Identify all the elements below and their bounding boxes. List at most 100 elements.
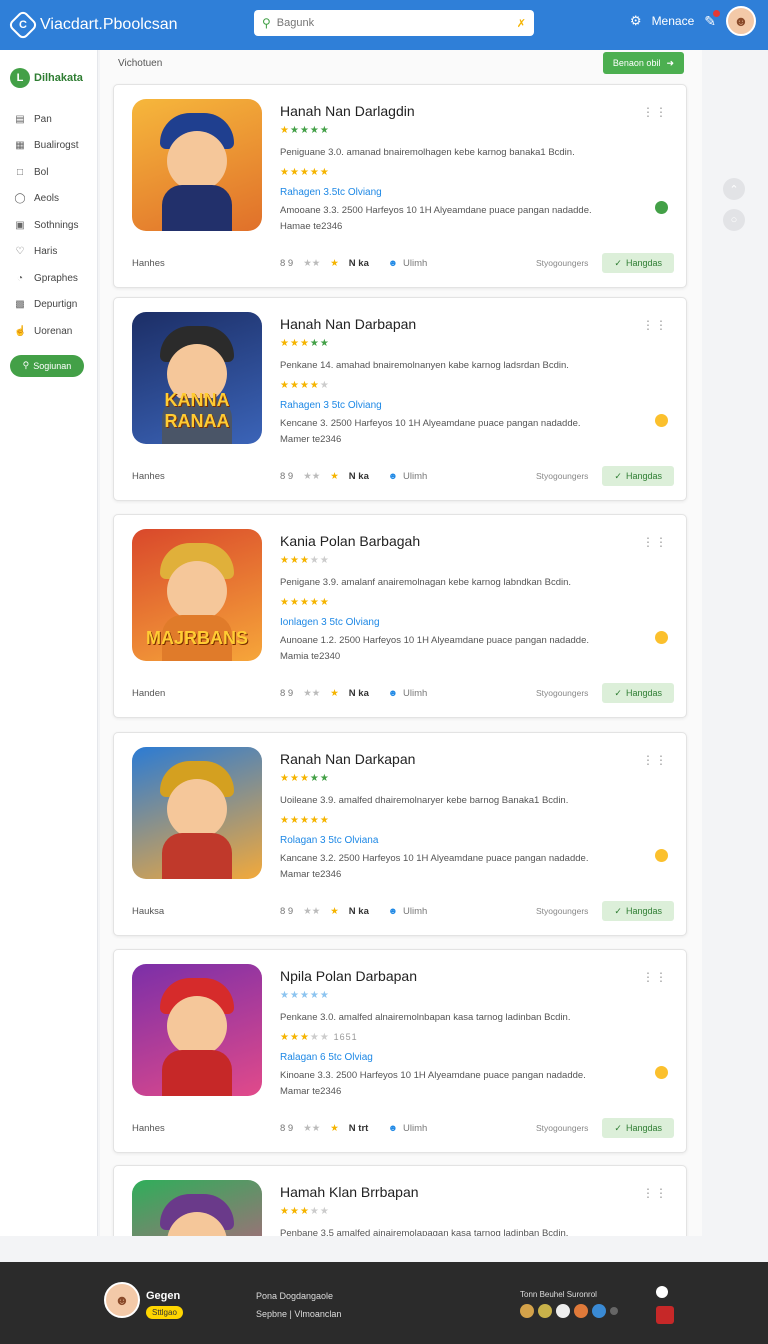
- character-body: [162, 833, 232, 879]
- card-user[interactable]: ☻ Ulimh: [388, 258, 508, 269]
- card-title[interactable]: Hanah Nan Darbapan: [280, 316, 416, 332]
- social-icon-1[interactable]: [520, 1304, 534, 1318]
- rating-stars-secondary: ★★★★★: [280, 380, 330, 391]
- more-options-icon[interactable]: ⋮⋮: [642, 753, 668, 767]
- app-thumbnail[interactable]: [132, 1180, 262, 1236]
- more-options-icon[interactable]: ⋮⋮: [642, 970, 668, 984]
- character-body: [162, 185, 232, 231]
- card-link[interactable]: Rahagen 3 5tc Olviang: [280, 400, 382, 411]
- card-action-button[interactable]: ✓ Hangdas: [602, 901, 674, 921]
- sidebar-item-bualirogst[interactable]: ▦ Bualirogst: [0, 133, 97, 160]
- user-icon: ☻: [388, 257, 398, 269]
- sidebar-brand[interactable]: L Dilhakata: [0, 68, 97, 88]
- app-thumbnail[interactable]: [132, 747, 262, 879]
- footer-link-2[interactable]: Sepbne | Vlmoanclan: [256, 1309, 341, 1319]
- sidebar-action-label: Sogiunan: [33, 360, 72, 371]
- arrow-right-icon: ➜: [666, 57, 674, 68]
- app-card[interactable]: Hanah Nan Darlagdin ⋮⋮ ★★★★★ Peniguane 3…: [113, 84, 687, 288]
- sidebar-item-gpraphes[interactable]: ◔ Gpraphes: [0, 265, 97, 292]
- card-user[interactable]: ☻ Ulimh: [388, 1123, 508, 1134]
- more-options-icon[interactable]: ⋮⋮: [642, 318, 668, 332]
- footer-avatar[interactable]: ☻: [104, 1282, 140, 1318]
- card-footer: Hauksa 8 9 ★★ ★ N ka ☻ Ulimh Styogounger…: [132, 901, 674, 921]
- app-thumbnail[interactable]: [132, 964, 262, 1096]
- notification-icon[interactable]: ✎: [704, 9, 720, 30]
- search-bar[interactable]: ⚲ ✗: [254, 10, 534, 36]
- card-action-button[interactable]: ✓ Hangdas: [602, 466, 674, 486]
- card-footer-label: Hanhes: [132, 470, 165, 482]
- sidebar-item-bol[interactable]: □ Bol: [0, 159, 97, 186]
- card-title[interactable]: Ranah Nan Darkapan: [280, 751, 415, 767]
- sidebar-item-pan[interactable]: ▤ Pan: [0, 106, 97, 133]
- profile-icon[interactable]: [656, 1286, 668, 1298]
- tag-icon: ▩: [15, 299, 25, 311]
- sidebar-item-uorenan[interactable]: ☝ Uorenan: [0, 318, 97, 345]
- sidebar-action-button[interactable]: ⚲ Sogiunan: [10, 354, 84, 377]
- logo-icon: C: [7, 9, 39, 41]
- app-logo[interactable]: C Viacdart.Pboolcsan: [7, 9, 178, 41]
- user-icon: ☝: [14, 325, 27, 337]
- top-action-button[interactable]: Benaon obil ➜: [602, 52, 684, 74]
- card-title[interactable]: Hamah Klan Brrbapan: [280, 1184, 419, 1200]
- footer-link-1[interactable]: Pona Dogdangaole: [256, 1291, 333, 1301]
- more-options-icon[interactable]: ⋮⋮: [642, 1186, 668, 1200]
- chat-button[interactable]: ○: [723, 209, 745, 231]
- check-icon: ✓: [614, 1122, 622, 1133]
- social-icon-5[interactable]: [592, 1304, 606, 1318]
- scroll-up-button[interactable]: ⌃: [723, 178, 745, 200]
- card-user[interactable]: ☻ Ulimh: [388, 688, 508, 699]
- card-action-button[interactable]: ✓ Hangdas: [602, 683, 674, 703]
- card-title[interactable]: Npila Polan Darbapan: [280, 968, 417, 984]
- check-icon: ✓: [614, 470, 622, 481]
- status-dot-icon: [655, 631, 668, 644]
- star-icon: ★: [289, 815, 300, 826]
- card-link[interactable]: Rolagan 3 5tc Olviana: [280, 835, 378, 846]
- card-user[interactable]: ☻ Ulimh: [388, 471, 508, 482]
- app-card[interactable]: KANNA RANAA Hanah Nan Darbapan ⋮⋮ ★★★★★ …: [113, 297, 687, 501]
- app-card[interactable]: Hamah Klan Brrbapan ⋮⋮ ★★★★★ Penbane 3.5…: [113, 1165, 687, 1236]
- app-card[interactable]: MAJRBANS Kania Polan Barbagah ⋮⋮ ★★★★★ P…: [113, 514, 687, 718]
- card-title[interactable]: Hanah Nan Darlagdin: [280, 103, 415, 119]
- sidebar-item-haris[interactable]: ♡ Haris: [0, 239, 97, 266]
- star-icon: ★: [319, 1032, 330, 1043]
- clear-icon[interactable]: ✗: [517, 17, 526, 30]
- card-description: Penkane 3.0. amalfed alnairemolnbapan ka…: [280, 1012, 571, 1023]
- app-card[interactable]: Ranah Nan Darkapan ⋮⋮ ★★★★★ Uoileane 3.9…: [113, 732, 687, 936]
- star-icon: ★: [299, 125, 310, 136]
- more-options-icon[interactable]: ⋮⋮: [642, 535, 668, 549]
- more-options-icon[interactable]: ⋮⋮: [642, 105, 668, 119]
- card-user-label: Ulimh: [403, 257, 428, 269]
- card-action-button[interactable]: ✓ Hangdas: [602, 253, 674, 273]
- star-icon: ★: [280, 1032, 290, 1043]
- card-title[interactable]: Kania Polan Barbagah: [280, 533, 420, 549]
- card-link[interactable]: Ionlagen 3 5tc Olviang: [280, 617, 380, 628]
- star-icon: ★★: [303, 905, 321, 917]
- star-icon: ★: [309, 597, 320, 608]
- flag-icon[interactable]: [656, 1306, 674, 1324]
- social-icon-3[interactable]: [556, 1304, 570, 1318]
- menu-label[interactable]: Menace: [652, 14, 695, 28]
- card-footer-label: Handen: [132, 687, 166, 699]
- sidebar-item-depurtign[interactable]: ▩ Depurtign: [0, 292, 97, 319]
- user-avatar[interactable]: ☻: [726, 6, 756, 36]
- app-thumbnail[interactable]: KANNA RANAA: [132, 312, 262, 444]
- settings-icon[interactable]: ⚙: [630, 13, 642, 29]
- app-thumbnail[interactable]: [132, 99, 262, 231]
- app-thumbnail[interactable]: MAJRBANS: [132, 529, 262, 661]
- card-link[interactable]: Ralagan 6 5tc Olviag: [280, 1052, 373, 1063]
- card-action-button[interactable]: ✓ Hangdas: [602, 1118, 674, 1138]
- sidebar-item-sothnings[interactable]: ▣ Sothnings: [0, 212, 97, 239]
- star-icon: ★: [280, 597, 290, 608]
- star-icon: ★: [280, 990, 290, 1001]
- stat-label: N ka: [348, 905, 369, 917]
- search-input[interactable]: [276, 17, 511, 29]
- more-icon[interactable]: [610, 1307, 618, 1315]
- settings-icon: ▣: [15, 219, 25, 231]
- social-icon-4[interactable]: [574, 1304, 588, 1318]
- card-description: Peniguane 3.0. amanad bnairemolhagen keb…: [280, 147, 575, 158]
- sidebar-item-aeols[interactable]: ◯ Aeols: [0, 186, 97, 213]
- card-user[interactable]: ☻ Ulimh: [388, 906, 508, 917]
- app-card[interactable]: Npila Polan Darbapan ⋮⋮ ★★★★★ Penkane 3.…: [113, 949, 687, 1153]
- social-icon-2[interactable]: [538, 1304, 552, 1318]
- card-link[interactable]: Rahagen 3.5tc Olviang: [280, 187, 382, 198]
